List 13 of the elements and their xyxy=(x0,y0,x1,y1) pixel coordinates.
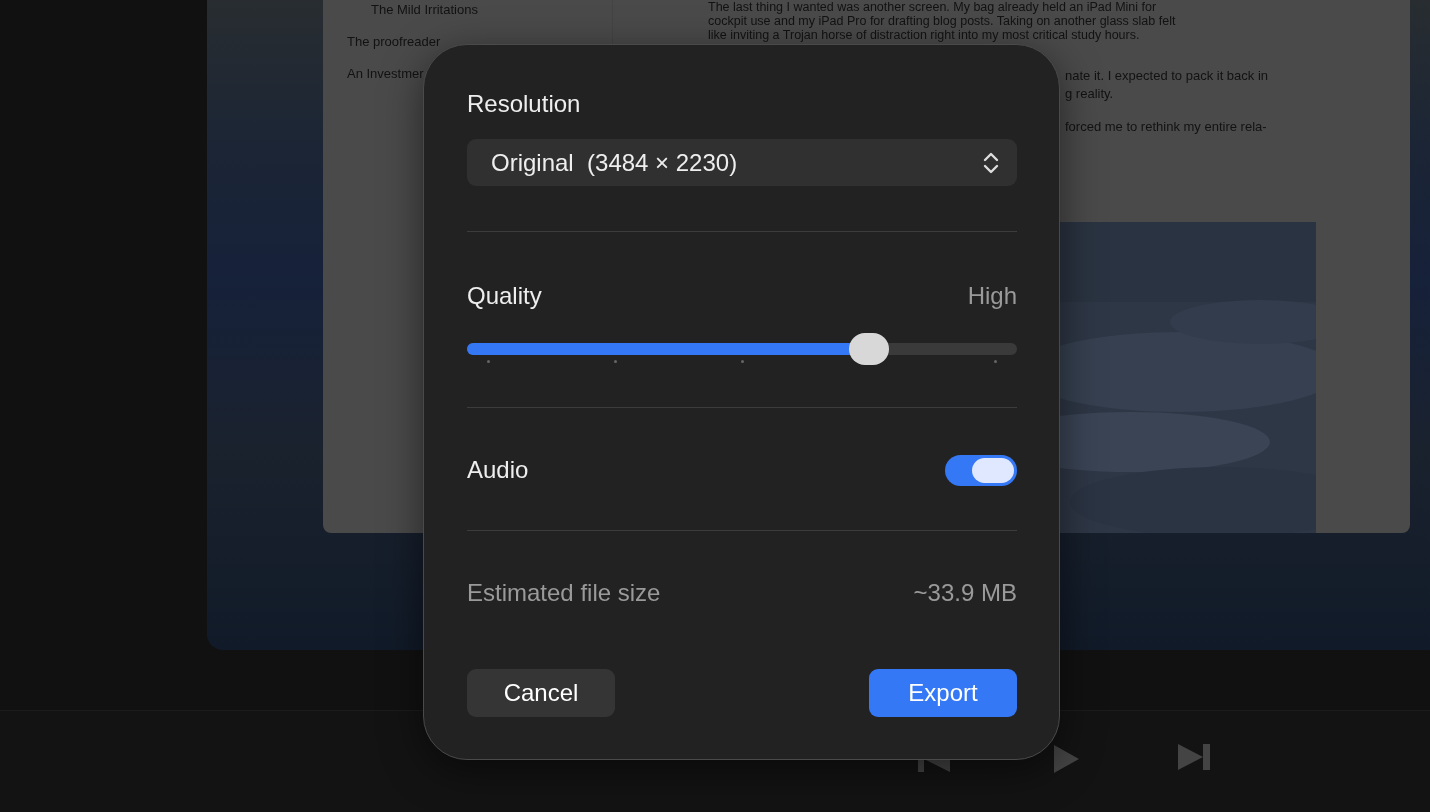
quality-slider[interactable] xyxy=(467,333,1017,365)
section-label: Resolution xyxy=(467,89,582,119)
resolution-dropdown[interactable]: Original (3484 × 2230) xyxy=(467,139,1017,186)
audio-toggle[interactable] xyxy=(945,454,1017,486)
chevron-updown-icon xyxy=(983,150,999,175)
section-label: Audio xyxy=(467,455,529,485)
section-label: Quality xyxy=(467,281,542,311)
slider-thumb[interactable] xyxy=(848,333,889,365)
export-button[interactable]: Export xyxy=(869,669,1017,717)
file-size-label: Estimated file size xyxy=(467,579,661,607)
file-size-value: ~33.9 MB xyxy=(913,579,1017,607)
quality-value: High xyxy=(967,282,1017,310)
cancel-button[interactable]: Cancel xyxy=(467,669,615,717)
